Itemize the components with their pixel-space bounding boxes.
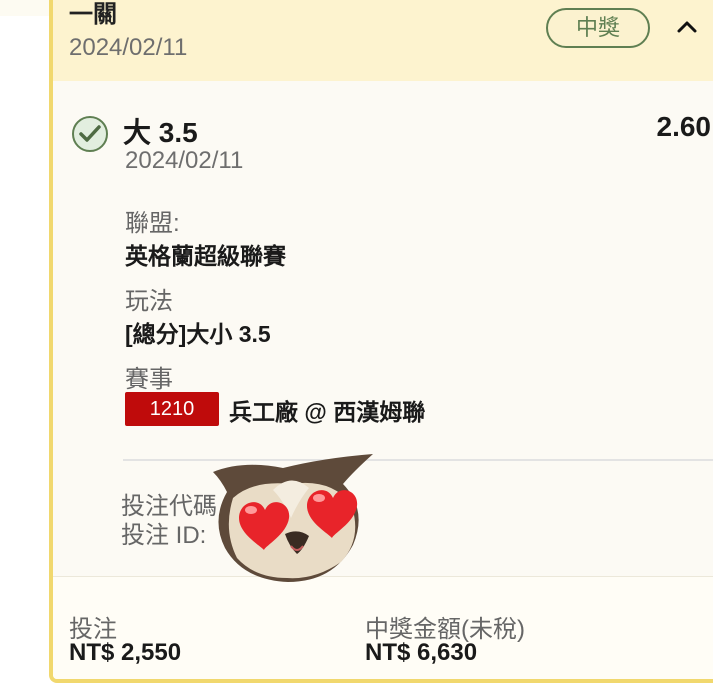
bet-type-title: 一關 [69, 1, 117, 28]
selection-odds: 2.60 [656, 111, 712, 142]
status-badge: 中獎 [546, 8, 650, 48]
bet-details: 大 3.5 2.60 2024/02/11 聯盟: 英格蘭超級聯賽 玩法 [總分… [53, 81, 713, 576]
bet-card-header[interactable]: 一關 2024/02/11 中獎 [53, 0, 713, 81]
match-number-badge: 1210 [125, 392, 219, 426]
bet-summary: 投注 NT$ 2,550 中獎金額(未稅) NT$ 6,630 [53, 576, 713, 679]
bet-card: 一關 2024/02/11 中獎 大 3.5 2.60 2024/02/11 聯… [49, 0, 713, 683]
event-label: 賽事 [125, 366, 173, 393]
check-circle-icon [72, 116, 108, 152]
chevron-up-icon[interactable] [673, 14, 701, 38]
owl-heart-eyes-sticker [213, 454, 373, 582]
payout-value: NT$ 6,630 [365, 639, 478, 666]
stake-value: NT$ 2,550 [69, 639, 182, 666]
selection-name: 大 3.5 [123, 117, 198, 148]
selection-date: 2024/02/11 [125, 147, 244, 174]
bet-type-label: 玩法 [125, 288, 173, 315]
bet-date: 2024/02/11 [69, 34, 188, 61]
league-label: 聯盟: [125, 210, 180, 237]
bet-type-value: [總分]大小 3.5 [125, 321, 271, 347]
bet-id-label: 投注 ID: [121, 522, 207, 549]
league-value: 英格蘭超級聯賽 [125, 243, 286, 269]
match-name: 兵工廠 @ 西漢姆聯 [229, 399, 426, 425]
